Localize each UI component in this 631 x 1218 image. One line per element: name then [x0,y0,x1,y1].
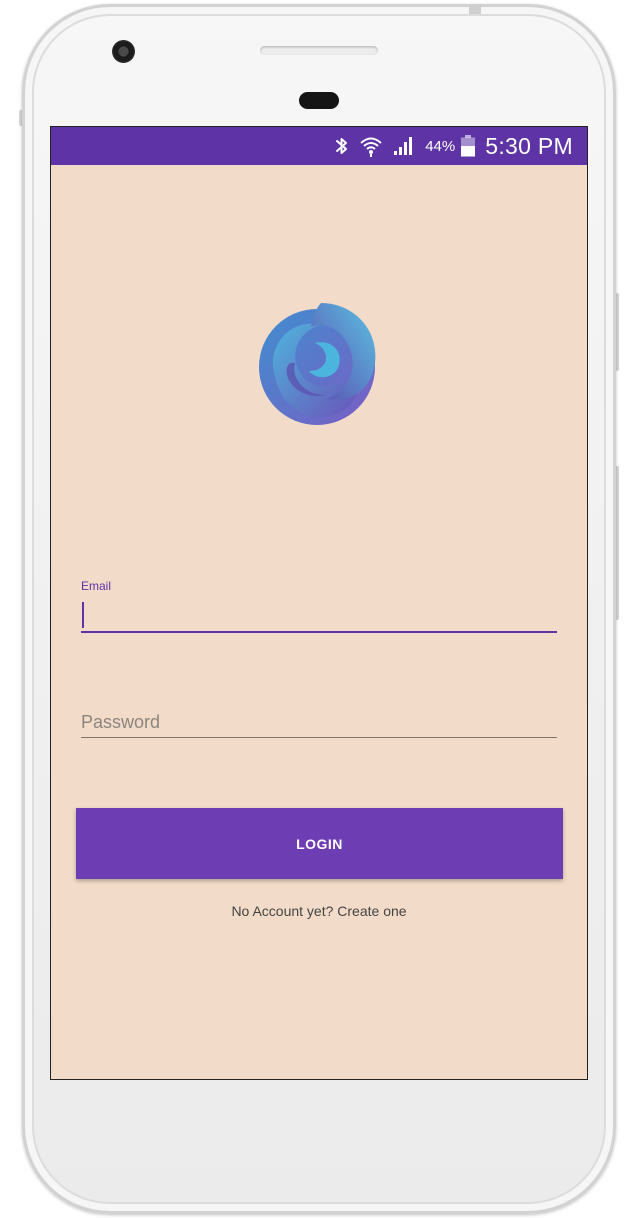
password-placeholder: Password [81,712,161,732]
status-icons: 44% 5:30 PM [335,127,573,165]
battery-icon [461,135,476,157]
email-input[interactable] [81,595,557,633]
device-top-notch [469,4,481,14]
battery-percentage: 44% [425,137,456,155]
text-cursor [82,602,84,628]
earpiece-speaker [260,46,378,55]
signal-icon [393,136,415,156]
front-camera [112,40,135,63]
bluetooth-icon [335,136,349,156]
password-input[interactable]: Password [81,707,557,738]
create-account-link[interactable]: No Account yet? Create one [51,903,587,919]
email-field[interactable]: Email [81,579,557,633]
email-label: Email [81,579,112,593]
app-logo [255,299,383,427]
status-time: 5:30 PM [485,132,573,159]
wifi-icon [359,135,383,157]
status-bar: 44% 5:30 PM [51,127,587,165]
password-field[interactable]: Password [81,707,557,738]
login-button[interactable]: LOGIN [76,808,563,879]
proximity-sensor [299,92,339,109]
app-screen: 44% 5:30 PM Email Password LOGIN No Acco… [50,126,588,1080]
